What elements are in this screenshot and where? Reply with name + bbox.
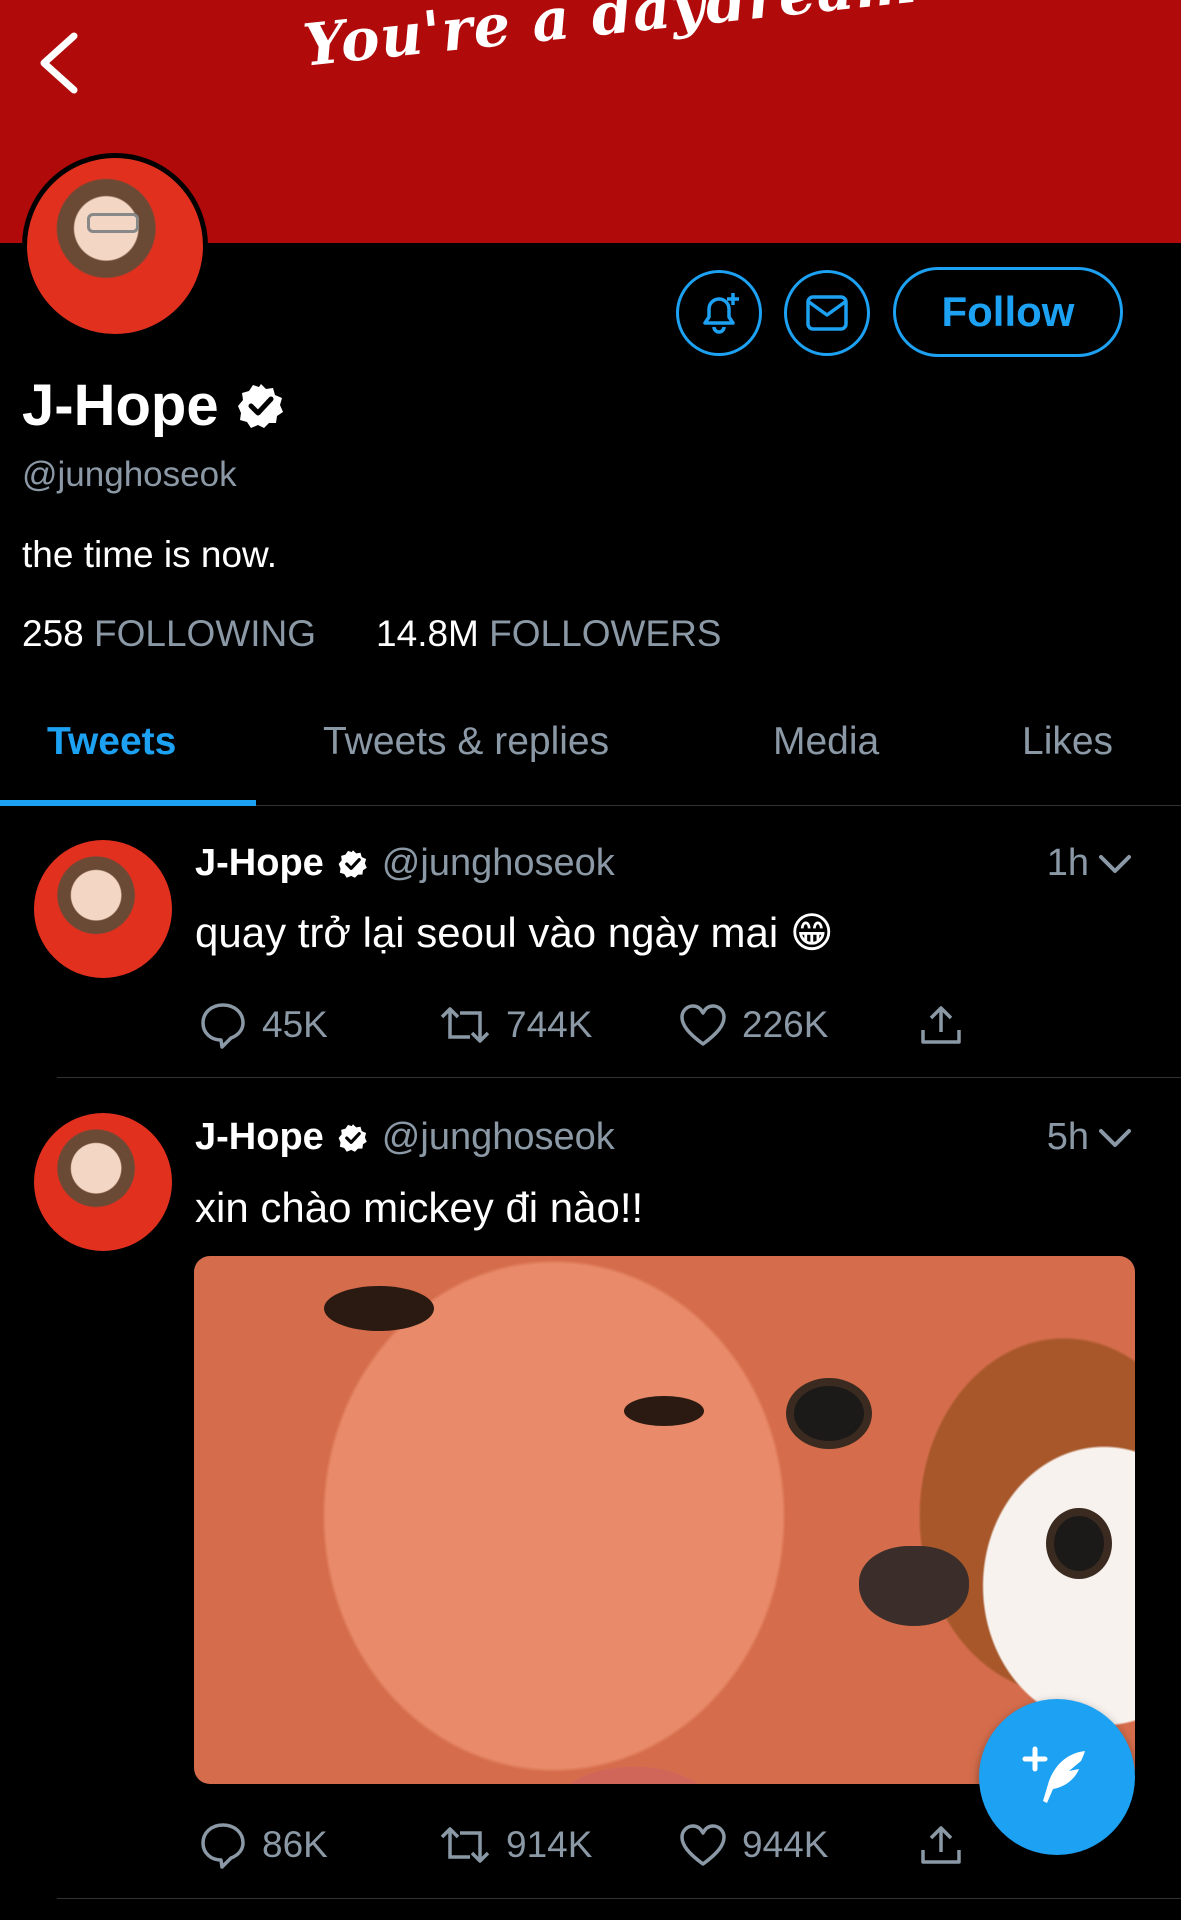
photo-dog-eye [1054, 1516, 1104, 1571]
share-button[interactable] [918, 1822, 978, 1868]
tweet-author-handle: @junghoseok [381, 842, 615, 884]
reply-bubble-icon [201, 1003, 245, 1049]
tweet-author-name: J-Hope [195, 1116, 324, 1158]
tweet-time-row: 1h [1047, 842, 1133, 885]
retweet-button[interactable]: 744K [438, 1003, 678, 1047]
profile-avatar[interactable] [22, 153, 208, 339]
verified-badge-icon [338, 1123, 368, 1153]
compose-feather-icon [1022, 1746, 1085, 1803]
like-count: 944K [742, 1824, 829, 1865]
photo-dog-nose [859, 1546, 969, 1626]
tweet-actions: 86K 914K 944K [198, 1820, 978, 1870]
share-icon [921, 1826, 961, 1864]
retweet-count: 914K [506, 1824, 593, 1865]
reply-count: 86K [262, 1824, 328, 1865]
tweet-time-row: 5h [1047, 1116, 1133, 1159]
like-count: 226K [742, 1004, 829, 1045]
tweet-actions: 45K 744K 226K [198, 1000, 978, 1050]
retweet-icon [440, 1827, 490, 1863]
tab-media[interactable]: Media [773, 720, 879, 764]
followers-count: 14.8M [376, 613, 479, 654]
following-link[interactable]: 258 FOLLOWING [22, 613, 316, 655]
verified-badge-icon [338, 849, 368, 879]
chevron-down-icon[interactable] [1097, 1126, 1133, 1150]
retweet-button[interactable]: 914K [438, 1823, 678, 1867]
tweet-header: J-Hope @junghoseok [195, 842, 615, 885]
tweet-avatar[interactable] [34, 840, 172, 978]
profile-name-row: J-Hope [22, 372, 285, 439]
tab-tweets[interactable]: Tweets [47, 720, 176, 764]
tweet-author-handle: @junghoseok [381, 1116, 615, 1158]
profile-handle: @junghoseok [22, 455, 237, 494]
chevron-down-icon[interactable] [1097, 852, 1133, 876]
reply-count: 45K [262, 1004, 328, 1045]
tweet-timestamp: 5h [1046, 1116, 1089, 1158]
tab-tweets-replies[interactable]: Tweets & replies [323, 720, 609, 764]
following-label: FOLLOWING [94, 613, 317, 654]
like-button[interactable]: 944K [678, 1822, 918, 1868]
follow-button[interactable]: Follow [893, 267, 1123, 357]
following-count: 258 [22, 613, 84, 654]
share-button[interactable] [918, 1002, 978, 1048]
tweet-divider [57, 1077, 1181, 1078]
share-icon [921, 1006, 961, 1044]
tweet-divider [57, 1898, 1181, 1899]
profile-stats: 258 FOLLOWING 14.8M FOLLOWERS [22, 613, 722, 655]
heart-icon [680, 1004, 726, 1046]
followers-label: FOLLOWERS [489, 613, 722, 654]
profile-bio: the time is now. [22, 534, 278, 575]
followers-link[interactable]: 14.8M FOLLOWERS [376, 613, 721, 655]
reply-button[interactable]: 45K [198, 1000, 438, 1050]
back-button[interactable] [30, 28, 90, 98]
message-button[interactable] [784, 270, 870, 356]
tab-likes[interactable]: Likes [1022, 720, 1113, 764]
tweet-timestamp: 1h [1046, 842, 1089, 884]
tweet-avatar[interactable] [34, 1113, 172, 1251]
chevron-left-icon [40, 32, 78, 94]
tweet-photo[interactable] [194, 1256, 1135, 1784]
tweet-author-name: J-Hope [195, 842, 324, 884]
verified-badge-icon [237, 383, 283, 428]
tweet-header: J-Hope @junghoseok [195, 1116, 615, 1159]
retweet-count: 744K [506, 1004, 593, 1045]
banner-text: You're a daydream [300, 0, 920, 80]
retweet-icon [440, 1007, 490, 1043]
active-tab-indicator [0, 800, 256, 806]
tweet-text: quay trở lại seoul vào ngày mai 😁 [195, 909, 834, 956]
bell-plus-icon [703, 293, 739, 334]
reply-bubble-icon [201, 1823, 245, 1869]
photo-dog-eye [794, 1386, 864, 1441]
like-button[interactable]: 226K [678, 1002, 918, 1048]
heart-icon [680, 1824, 726, 1866]
photo-eye [324, 1286, 434, 1331]
profile-name: J-Hope [22, 373, 219, 438]
compose-tweet-button[interactable] [979, 1699, 1135, 1855]
notifications-button[interactable] [676, 270, 762, 356]
profile-tabs: Tweets Tweets & replies Media Likes [0, 690, 1181, 806]
envelope-icon [806, 295, 848, 331]
tweet-text: xin chào mickey đi nào!! [195, 1184, 644, 1231]
photo-eye [624, 1396, 704, 1426]
reply-button[interactable]: 86K [198, 1820, 438, 1870]
